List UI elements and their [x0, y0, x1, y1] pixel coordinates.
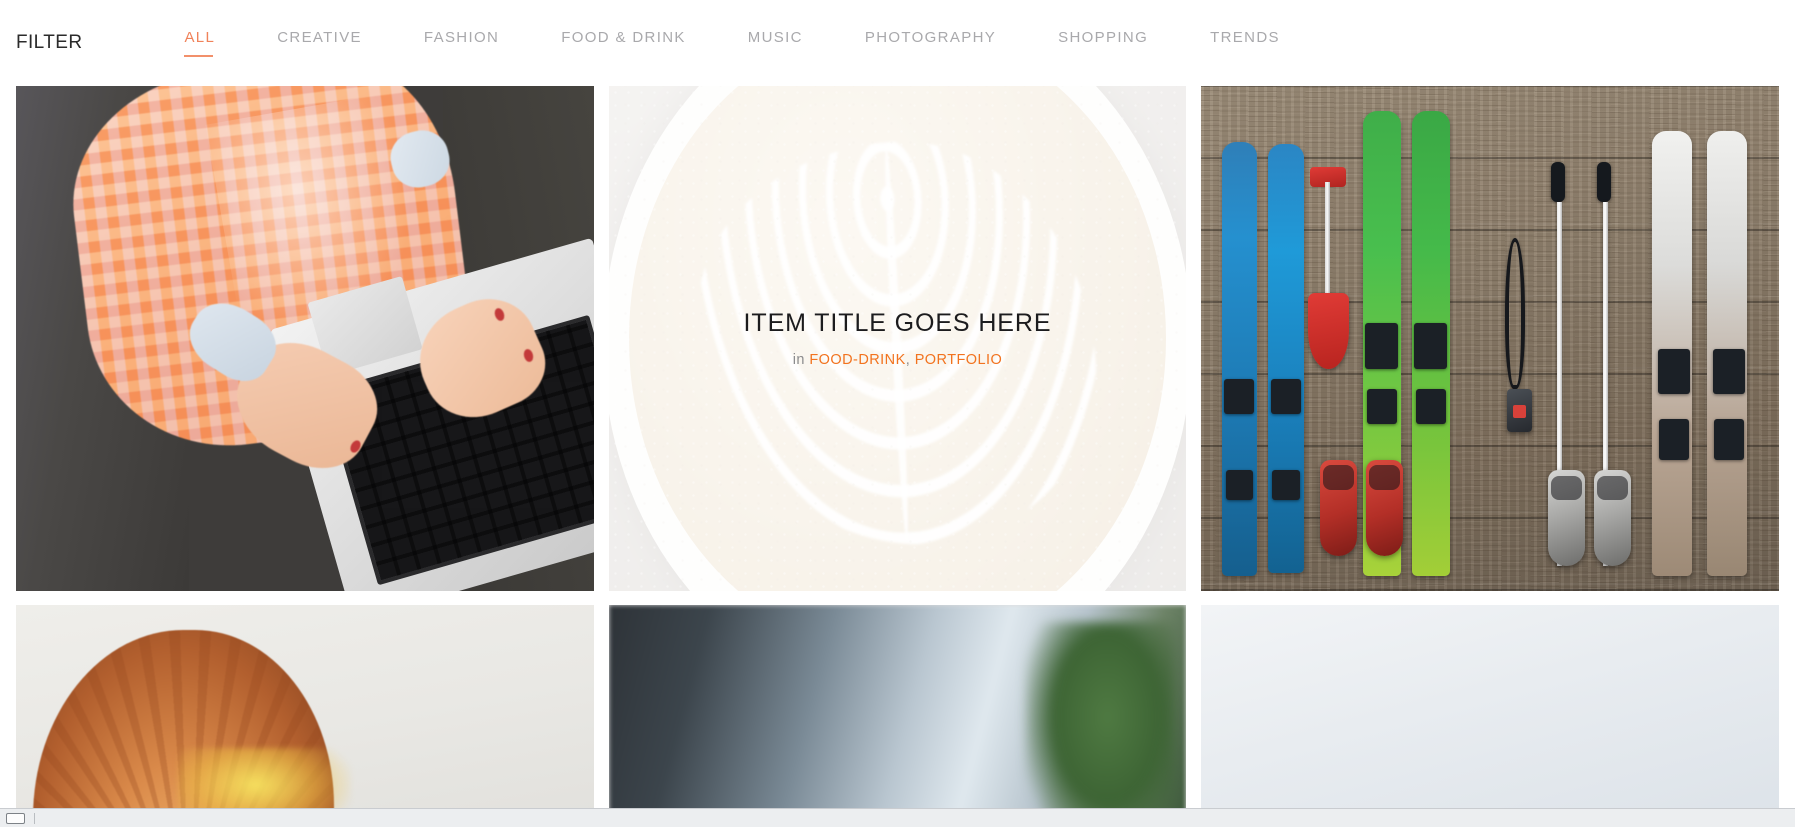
- item-categories-separator: ,: [905, 352, 915, 368]
- item-category-link-portfolio[interactable]: PORTFOLIO: [915, 352, 1003, 368]
- item-title: ITEM TITLE GOES HERE: [743, 309, 1052, 337]
- photo-blurred-city-street: [608, 605, 1187, 815]
- filter-item-food-drink[interactable]: FOOD & DRINK: [561, 29, 686, 57]
- filter-label: FILTER: [16, 32, 83, 53]
- photo-woman-typing-on-laptop: [16, 86, 594, 591]
- item-categories: in FOOD-DRINK, PORTFOLIO: [793, 352, 1003, 368]
- portfolio-tile-onion-on-white[interactable]: [16, 605, 594, 815]
- portfolio-tile-pale-blue-surface[interactable]: [1201, 605, 1779, 815]
- filter-item-all[interactable]: ALL: [184, 29, 215, 57]
- portfolio-grid: ITEM TITLE GOES HERE in FOOD-DRINK, PORT…: [0, 86, 1795, 815]
- filter-bar: FILTER ALL CREATIVE FASHION FOOD & DRINK…: [0, 0, 1795, 86]
- filter-item-creative[interactable]: CREATIVE: [277, 29, 362, 57]
- filter-item-fashion[interactable]: FASHION: [424, 29, 499, 57]
- filter-item-photography[interactable]: PHOTOGRAPHY: [865, 29, 996, 57]
- portfolio-tile-ski-gear-flatlay[interactable]: [1201, 86, 1779, 591]
- item-hover-overlay: ITEM TITLE GOES HERE in FOOD-DRINK, PORT…: [608, 86, 1187, 591]
- taskbar: [0, 808, 1795, 827]
- portfolio-tile-blurred-city-street[interactable]: [608, 605, 1187, 815]
- window-icon[interactable]: [6, 812, 25, 824]
- item-categories-prefix: in: [792, 352, 810, 368]
- filter-nav: ALL CREATIVE FASHION FOOD & DRINK MUSIC …: [184, 29, 1279, 57]
- photo-onion-on-white: [16, 605, 594, 815]
- item-category-link-food-drink[interactable]: FOOD-DRINK: [809, 352, 905, 368]
- portfolio-tile-woman-typing-on-laptop[interactable]: [16, 86, 594, 591]
- photo-pale-blue-surface: [1201, 605, 1779, 815]
- portfolio-tile-latte-art-coffee-cup[interactable]: ITEM TITLE GOES HERE in FOOD-DRINK, PORT…: [608, 86, 1187, 591]
- filter-item-shopping[interactable]: SHOPPING: [1058, 29, 1148, 57]
- filter-item-music[interactable]: MUSIC: [748, 29, 803, 57]
- taskbar-divider: [34, 812, 35, 824]
- photo-ski-gear-flatlay: [1201, 86, 1779, 591]
- filter-item-trends[interactable]: TRENDS: [1210, 29, 1280, 57]
